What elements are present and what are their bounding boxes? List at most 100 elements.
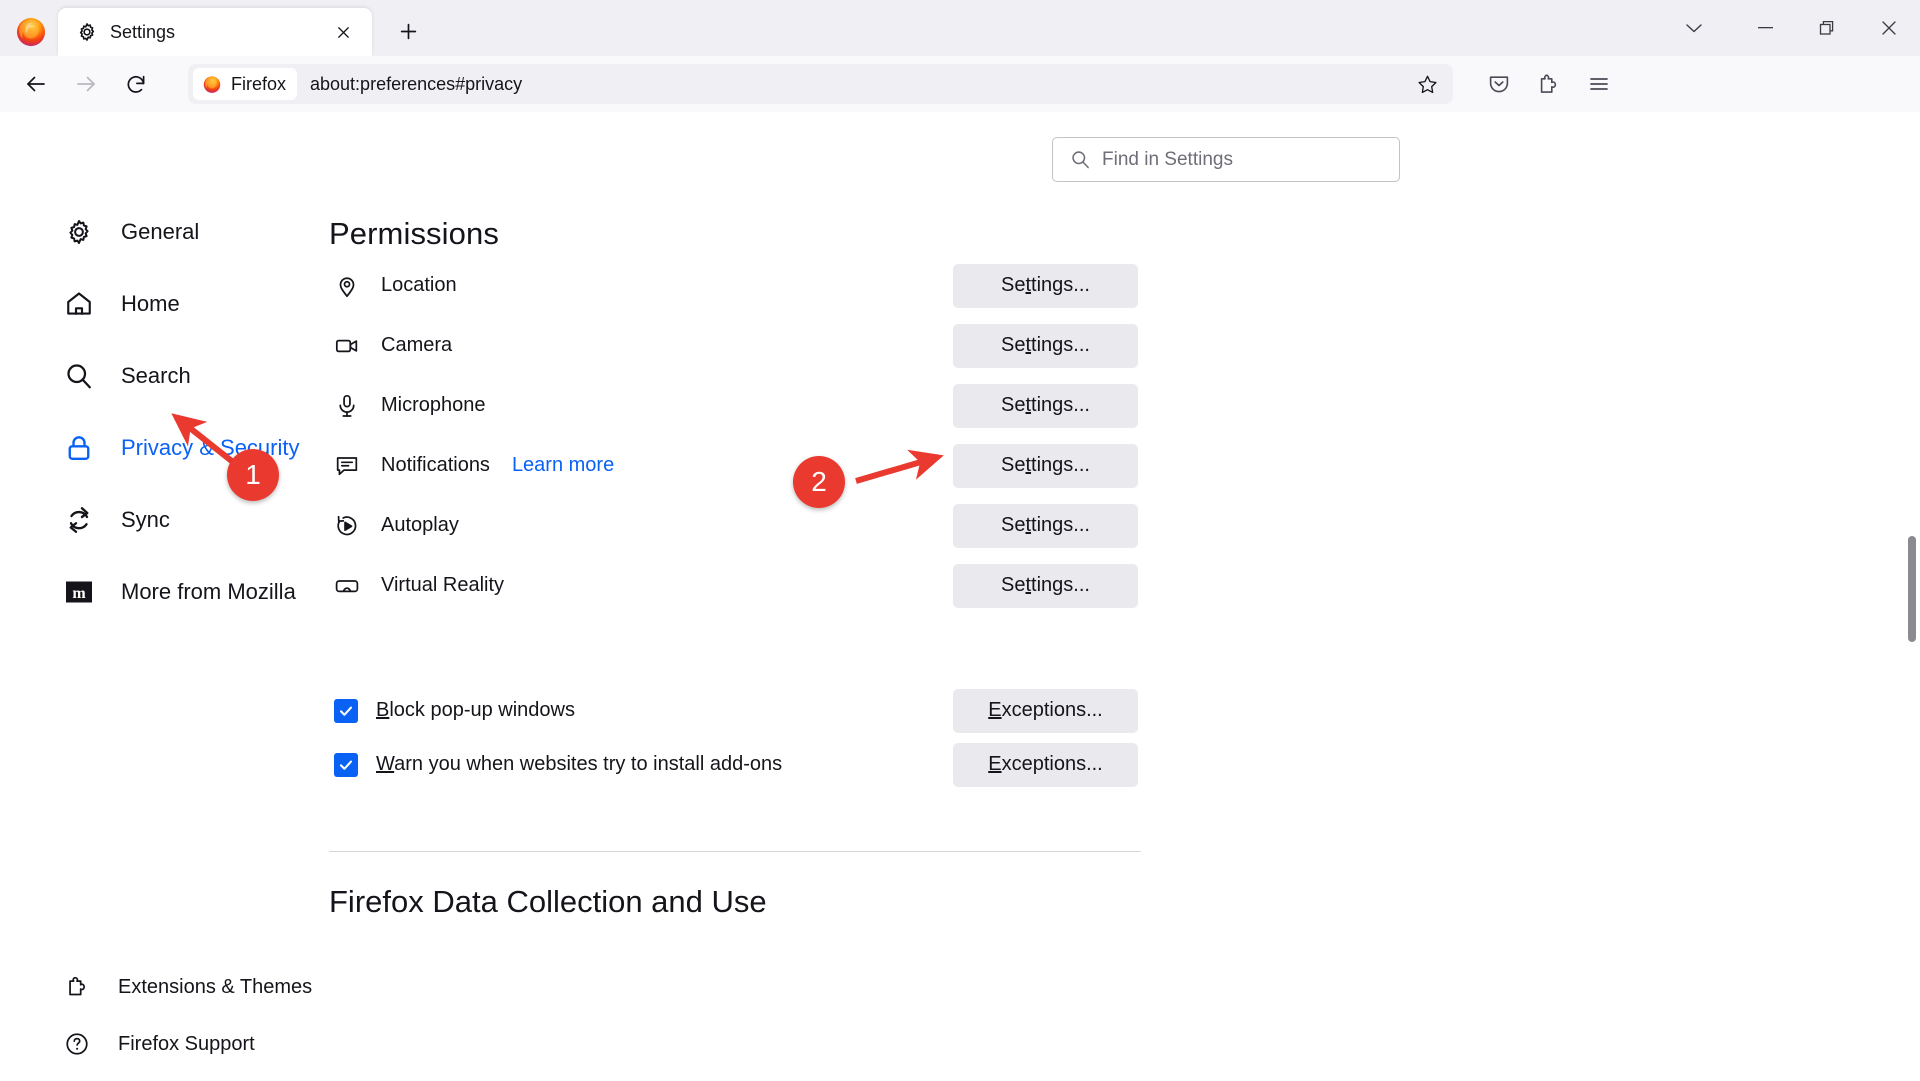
sync-icon (62, 503, 96, 537)
warn-addons-label: Warn you when websites try to install ad… (376, 753, 783, 775)
permission-label: Virtual Reality (381, 574, 505, 596)
location-pin-icon (333, 272, 361, 300)
reload-icon (127, 75, 145, 93)
sidebar-item-general[interactable]: General (62, 208, 352, 256)
sidebar-footer-label: Firefox Support (118, 1032, 255, 1055)
restore-icon (1819, 20, 1833, 35)
sidebar-item-extensions-themes[interactable]: Extensions & Themes (62, 967, 382, 1007)
permission-row-notifications: Notifications Learn more Se t tings... (329, 439, 1141, 492)
application-menu-icon[interactable] (1577, 62, 1621, 106)
settings-sidebar: General Home Search Privacy & Security S… (62, 208, 352, 640)
annotation-badge-1: 1 (227, 449, 279, 501)
tab-title: Settings (110, 21, 176, 42)
permission-label: Notifications (381, 454, 490, 476)
search-input[interactable] (1102, 148, 1362, 171)
puzzle-icon (62, 972, 92, 1002)
permission-row-location: Location Se t tings... (329, 259, 1141, 312)
checkmark-icon (339, 706, 353, 716)
gear-icon (62, 215, 96, 249)
camera-settings-button[interactable]: Se t tings... (953, 323, 1138, 368)
block-popups-exceptions-button[interactable]: Exceptions... (953, 688, 1138, 733)
content-scrollbar[interactable] (1904, 112, 1920, 1008)
back-button[interactable] (14, 62, 58, 106)
sidebar-item-label: General (121, 219, 200, 244)
lock-icon (62, 431, 96, 465)
virtual-reality-settings-button[interactable]: Se t tings... (953, 563, 1138, 608)
chevron-down-icon (1686, 24, 1702, 33)
list-all-tabs-button[interactable] (1654, 0, 1734, 56)
permissions-pane: Permissions Location Se t tings... Camer… (329, 112, 1141, 920)
home-icon (62, 287, 96, 321)
warn-addons-exceptions-button[interactable]: Exceptions... (953, 742, 1138, 787)
svg-text:m: m (72, 585, 86, 602)
permission-label: Location (381, 274, 457, 296)
camera-icon (333, 332, 361, 360)
checkbox-row-warn-addons: Warn you when websites try to install ad… (329, 738, 1141, 791)
minimize-button[interactable] (1734, 0, 1796, 56)
data-collection-heading: Firefox Data Collection and Use (329, 884, 767, 919)
sidebar-item-privacy-security[interactable]: Privacy & Security (62, 424, 352, 472)
title-bar: Settings (0, 0, 1920, 56)
restore-button[interactable] (1796, 0, 1858, 56)
close-icon (1882, 21, 1896, 35)
warn-addons-checkbox[interactable] (334, 752, 358, 777)
navigation-toolbar: Firefox about:preferences#privacy (0, 56, 1920, 112)
new-tab-button[interactable] (388, 11, 428, 51)
sidebar-item-label: More from Mozilla (121, 579, 296, 604)
sidebar-item-label: Sync (121, 507, 170, 532)
sidebar-item-label: Search (121, 363, 191, 388)
notifications-learn-more-link[interactable]: Learn more (512, 454, 614, 477)
reload-button[interactable] (114, 62, 158, 106)
permission-row-microphone: Microphone Se t tings... (329, 379, 1141, 432)
permission-label: Autoplay (381, 514, 459, 536)
block-popups-checkbox[interactable] (334, 698, 358, 723)
section-divider (329, 851, 1141, 852)
checkmark-icon (339, 760, 353, 770)
scrollbar-thumb[interactable] (1908, 536, 1916, 642)
sidebar-item-more-from-mozilla[interactable]: m More from Mozilla (62, 568, 352, 616)
sidebar-footer: Extensions & Themes Firefox Support (62, 967, 382, 1081)
close-window-button[interactable] (1858, 0, 1920, 56)
checkbox-row-block-popups: Block pop-up windows Exceptions... (329, 684, 1141, 737)
sidebar-item-firefox-support[interactable]: Firefox Support (62, 1024, 382, 1064)
sidebar-item-home[interactable]: Home (62, 280, 352, 328)
url-text: about:preferences#privacy (310, 73, 523, 94)
annotation-badge-2: 2 (793, 456, 845, 508)
window-controls (1654, 0, 1920, 56)
close-icon[interactable] (328, 17, 358, 47)
settings-content: General Home Search (0, 112, 1920, 1055)
gear-icon (79, 23, 95, 41)
identity-chip[interactable]: Firefox (193, 68, 298, 100)
mozilla-m-icon: m (62, 575, 96, 609)
permission-row-virtual-reality: Virtual Reality Se t tings... (329, 559, 1141, 612)
tab-settings[interactable]: Settings (58, 8, 372, 56)
extensions-puzzle-icon[interactable] (1527, 62, 1571, 106)
firefox-logo-icon (203, 76, 221, 93)
firefox-logo-icon (16, 18, 46, 47)
minimize-icon (1757, 27, 1773, 29)
star-icon[interactable] (1409, 66, 1445, 102)
pocket-save-icon[interactable] (1477, 62, 1521, 106)
sidebar-footer-label: Extensions & Themes (118, 975, 313, 998)
sidebar-item-sync[interactable]: Sync (62, 496, 352, 544)
block-popups-label: Block pop-up windows (376, 699, 575, 721)
notification-icon (333, 452, 361, 480)
sidebar-item-search[interactable]: Search (62, 352, 352, 400)
location-settings-button[interactable]: Se t tings... (953, 263, 1138, 308)
identity-chip-label: Firefox (231, 73, 287, 94)
autoplay-settings-button[interactable]: Se t tings... (953, 503, 1138, 548)
forward-arrow-icon (77, 76, 95, 92)
permission-label: Camera (381, 334, 453, 356)
microphone-icon (333, 392, 361, 420)
permission-label: Microphone (381, 394, 486, 416)
microphone-settings-button[interactable]: Se t tings... (953, 383, 1138, 428)
back-arrow-icon (27, 76, 45, 92)
sidebar-item-label: Home (121, 291, 180, 316)
search-icon (62, 359, 96, 393)
page-title: Permissions (329, 216, 499, 251)
question-circle-icon (62, 1029, 92, 1059)
notifications-settings-button[interactable]: Se t tings... (953, 443, 1138, 488)
autoplay-icon (333, 512, 361, 540)
address-bar[interactable]: Firefox about:preferences#privacy (188, 64, 1453, 104)
forward-button[interactable] (64, 62, 108, 106)
